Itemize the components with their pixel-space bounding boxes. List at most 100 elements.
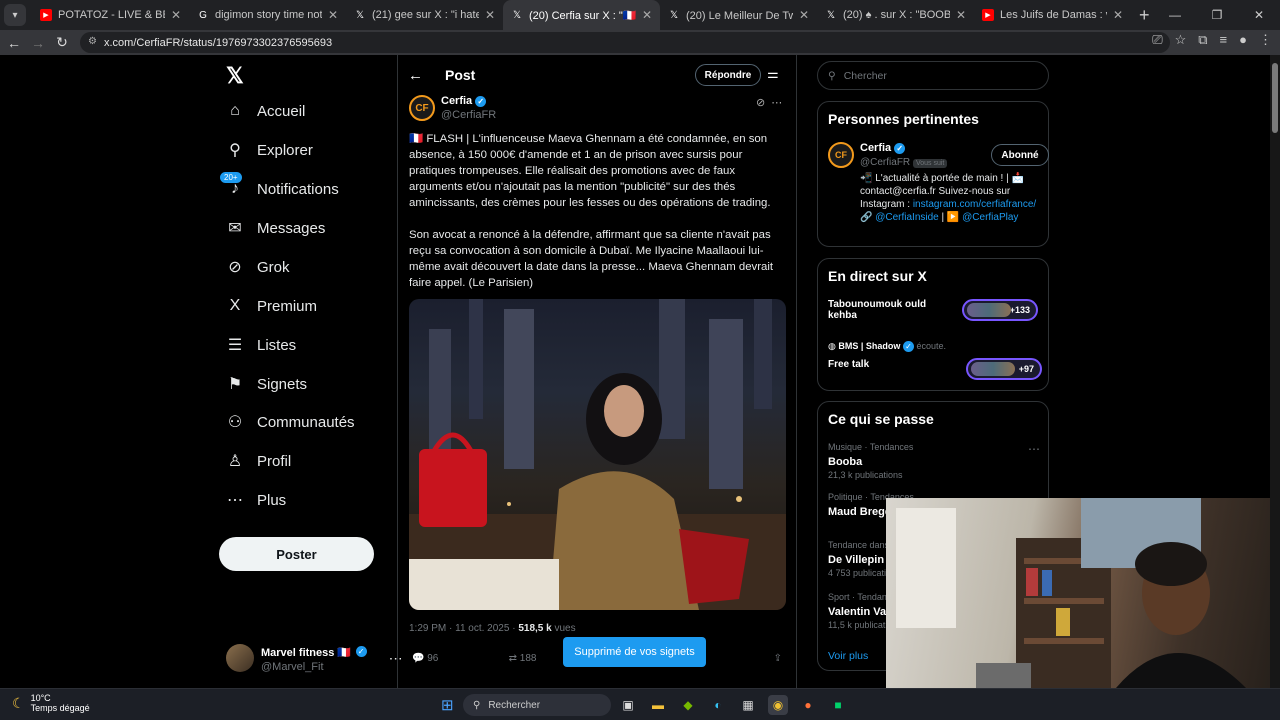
close-window-button[interactable]: ✕	[1238, 0, 1280, 30]
search-input[interactable]: ⚲ Chercher	[817, 61, 1049, 90]
browser-tab[interactable]: Gdigimon story time note jvc - Rec ✕	[189, 0, 346, 30]
more-options-icon[interactable]: ⋯	[771, 97, 788, 109]
star-icon[interactable]: ☆	[1175, 32, 1187, 48]
browser-tab[interactable]: 𝕏 (20) Cerfia sur X : "🇫🇷 FLASH | L'i ✕	[503, 0, 660, 30]
back-icon[interactable]: ←	[2, 35, 26, 51]
post-photo[interactable]	[409, 299, 786, 610]
repost-action[interactable]: ⇄ 188	[509, 653, 537, 664]
moon-icon: ☾	[12, 694, 25, 711]
filter-icon[interactable]: ⚌	[767, 66, 779, 82]
taskbar-search[interactable]: ⚲ Rechercher	[463, 694, 611, 716]
related-name[interactable]: Cerfia	[860, 142, 891, 154]
firefox-icon[interactable]: ●	[798, 695, 818, 715]
nvidia-icon[interactable]: ◆	[678, 695, 698, 715]
author-name-row[interactable]: Cerfia ✓	[441, 95, 487, 107]
browser-tab[interactable]: ▶ POTATOZ - LIVE & BEST-OF - YouTube ✕	[32, 0, 189, 30]
sidebar-item-messages[interactable]: ✉ Messages	[226, 219, 326, 238]
post-button[interactable]: Poster	[219, 537, 374, 571]
file-explorer-icon[interactable]: ▬	[648, 695, 668, 715]
bio-link[interactable]: instagram.com/cerfiafrance/	[913, 199, 1036, 210]
share-action[interactable]: ⇪	[774, 653, 782, 664]
close-tab-icon[interactable]: ✕	[1113, 8, 1123, 22]
browser-tab[interactable]: 𝕏 (20) ♠ . sur X : "BOOBA aujourd ✕	[817, 0, 974, 30]
extensions-icon[interactable]: ⧉	[1198, 32, 1207, 48]
new-tab-button[interactable]: +	[1139, 5, 1150, 26]
weather-widget[interactable]: ☾ 10°C Temps dégagé	[12, 693, 90, 713]
sidebar-item-plus[interactable]: ⋯ Plus	[226, 491, 286, 510]
live-space-title[interactable]: Tabounoumouk ould kehba	[828, 299, 948, 321]
live-host[interactable]: BMS | Shadow	[838, 341, 900, 351]
author-handle[interactable]: @CerfiaFR	[441, 109, 496, 121]
store-icon[interactable]: ▦	[738, 695, 758, 715]
repost-icon: ⇄	[508, 653, 518, 664]
url-field[interactable]: ⚙ x.com/CerfiaFR/status/1976973302376595…	[80, 32, 1170, 53]
live-space-title[interactable]: Free talk	[828, 359, 869, 370]
sidebar-item-accueil[interactable]: ⌂ Accueil	[226, 102, 305, 120]
sidebar-item-signets[interactable]: ⚑ Signets	[226, 375, 307, 394]
bio-text: 🔗	[860, 212, 873, 223]
sidebar-item-premium[interactable]: X Premium	[226, 297, 317, 315]
sidebar-item-notifications[interactable]: ♪ 20+ Notifications	[220, 172, 339, 198]
browser-tab[interactable]: 𝕏 (21) gee sur X : "i hate the fact ✕	[346, 0, 503, 30]
verified-icon: ✓	[355, 646, 367, 658]
sidebar-item-label: Messages	[257, 219, 326, 237]
search-icon: ⚲	[229, 142, 241, 159]
close-tab-icon[interactable]: ✕	[642, 8, 652, 22]
tab-search-button[interactable]: ▾	[4, 4, 26, 26]
profile-icon[interactable]: ●	[1239, 32, 1247, 48]
related-people-card: Personnes pertinentes CF Cerfia ✓ @Cerfi…	[817, 101, 1049, 247]
install-icon[interactable]: ⎚	[1152, 32, 1162, 48]
chrome-icon[interactable]: ◉	[768, 695, 788, 715]
media-icon[interactable]: ≡	[1220, 32, 1228, 48]
menu-icon[interactable]: ⋮	[1259, 32, 1272, 48]
sidebar-item-grok[interactable]: ⊘ Grok	[226, 258, 289, 277]
windows-start-icon[interactable]: ⊞	[441, 696, 454, 714]
related-avatar[interactable]: CF	[828, 142, 854, 168]
see-more-link[interactable]: Voir plus	[828, 650, 868, 662]
trend-item[interactable]: Musique · Tendances Booba 21,3 k publicati…	[828, 442, 913, 480]
live-card: En direct sur X Tabounoumouk ould kehba …	[817, 258, 1049, 391]
bio-link[interactable]: @CerfiaInside	[875, 212, 939, 223]
trend-more-icon[interactable]: ⋯	[1028, 442, 1040, 456]
account-switcher[interactable]: Marvel fitness 🇫🇷 ✓ @Marvel_Fit ⋯	[226, 643, 403, 673]
maximize-button[interactable]: ❐	[1196, 0, 1238, 30]
forward-icon[interactable]: →	[26, 35, 50, 51]
reload-icon[interactable]: ↻	[50, 34, 74, 51]
author-avatar[interactable]: CF	[409, 95, 435, 121]
listener-count: +133	[1009, 305, 1030, 315]
reply-button[interactable]: Répondre	[695, 64, 761, 86]
reply-action[interactable]: 💬 96	[412, 653, 438, 664]
browser-tab[interactable]: ▶ Les Juifs de Damas : vivre en ✕	[974, 0, 1131, 30]
edge-icon[interactable]: ◐	[708, 695, 728, 715]
task-view-icon[interactable]: ▣	[618, 695, 638, 715]
app-icon[interactable]: ■	[828, 695, 848, 715]
close-tab-icon[interactable]: ✕	[799, 8, 809, 22]
live-listeners-pill[interactable]: +97	[966, 358, 1042, 380]
close-tab-icon[interactable]: ✕	[956, 8, 966, 22]
site-info-icon[interactable]: ⚙	[88, 36, 97, 47]
live-listeners-pill[interactable]: +133	[962, 299, 1038, 321]
close-tab-icon[interactable]: ✕	[171, 8, 181, 22]
tab-title: digimon story time note jvc - Rec	[215, 9, 322, 21]
sidebar-item-explorer[interactable]: ⚲ Explorer	[226, 141, 313, 160]
verified-icon: ✓	[894, 142, 906, 154]
scrollbar[interactable]	[1270, 55, 1280, 688]
related-title: Personnes pertinentes	[828, 111, 979, 127]
post-time[interactable]: 1:29 PM · 11 oct. 2025 ·	[409, 623, 516, 634]
grok-icon[interactable]: ⊘	[756, 97, 771, 109]
minimize-button[interactable]: —	[1154, 0, 1196, 30]
sidebar-item-communautés[interactable]: ⚇ Communautés	[226, 413, 355, 432]
bio-link[interactable]: @CerfiaPlay	[962, 212, 1018, 223]
close-tab-icon[interactable]: ✕	[485, 8, 495, 22]
browser-tab[interactable]: 𝕏 (20) Le Meilleur De Twitch 💜 s ✕	[660, 0, 817, 30]
sidebar-item-profil[interactable]: ♙ Profil	[226, 452, 291, 471]
trend-count: 21,3 k publications	[828, 470, 903, 480]
sidebar-item-listes[interactable]: ☰ Listes	[226, 336, 296, 355]
avatar	[226, 644, 254, 672]
x-logo-icon[interactable]: 𝕏	[226, 63, 244, 89]
author-name[interactable]: Cerfia	[441, 95, 472, 107]
following-button[interactable]: Abonné	[991, 144, 1049, 166]
close-tab-icon[interactable]: ✕	[328, 8, 338, 22]
back-arrow-icon[interactable]: ←	[408, 67, 423, 84]
scrollbar-thumb[interactable]	[1272, 63, 1278, 133]
